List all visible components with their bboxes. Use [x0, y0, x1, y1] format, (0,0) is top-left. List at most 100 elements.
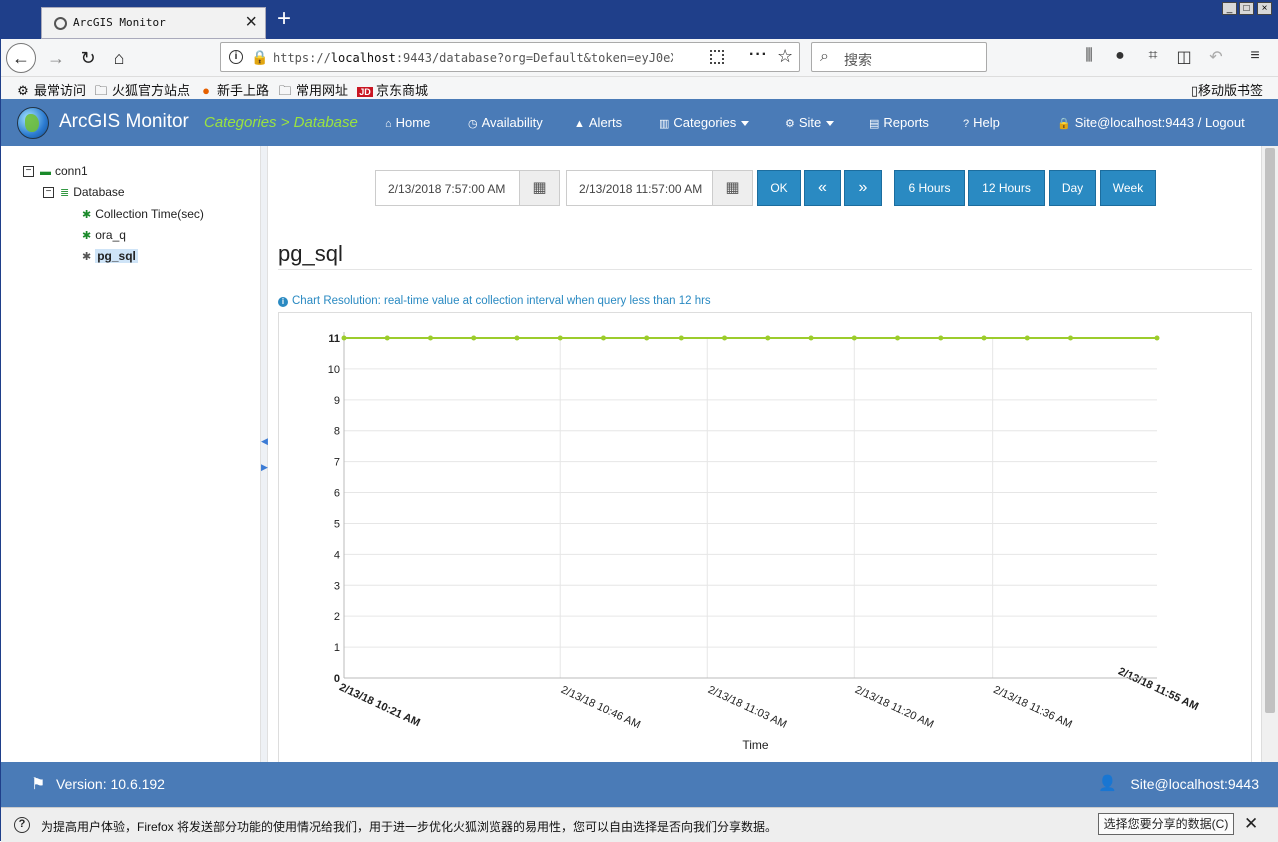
close-tab-icon[interactable]: × — [245, 11, 257, 34]
home-button[interactable]: ⌂ — [104, 43, 134, 73]
mobile-bookmarks[interactable]: ▯移动版书签 — [1191, 80, 1263, 99]
x-tick-label: 2/13/18 11:03 AM — [706, 684, 788, 731]
data-point — [514, 335, 520, 341]
nav-alerts[interactable]: ▲ Alerts — [574, 115, 622, 130]
bookmark-jd[interactable]: JD 京东商城 — [357, 80, 428, 99]
search-placeholder: 搜索 — [844, 52, 872, 68]
calendar-icon[interactable]: ▦ — [519, 171, 559, 205]
forward-button[interactable]: → — [41, 43, 71, 73]
bookmark-star-icon[interactable]: ☆ — [777, 46, 793, 67]
bookmark-most-visited[interactable]: ⚙ 最常访问 — [15, 80, 86, 99]
start-date-picker[interactable]: 2/13/2018 7:57:00 AM ▦ — [375, 170, 560, 206]
browser-window: ArcGIS Monitor × + _ □ × ← → ↻ ⌂ i 🔒 htt… — [0, 0, 1278, 842]
browser-tab[interactable]: ArcGIS Monitor × — [41, 7, 266, 39]
ok-button[interactable]: OK — [757, 170, 801, 206]
bookmark-getting-started[interactable]: ● 新手上路 — [198, 80, 269, 99]
help-icon: ? — [963, 118, 970, 130]
data-point — [644, 335, 650, 341]
x-tick-label: 2/13/18 11:36 AM — [991, 684, 1073, 731]
chat-icon[interactable]: ● — [1108, 47, 1132, 65]
collapse-left-icon[interactable]: ◀ — [261, 436, 268, 447]
data-point — [1068, 335, 1074, 341]
url-text[interactable]: https://localhost:9443/database?org=Defa… — [273, 51, 673, 65]
nav-reports[interactable]: ▤ Reports — [869, 115, 929, 130]
panel-splitter[interactable]: ◀ ▶ — [260, 146, 268, 762]
data-point — [600, 335, 606, 341]
user-logout-link[interactable]: 🔒 Site@localhost:9443 / Logout — [1057, 115, 1245, 130]
tree-node-ora-q[interactable]: ✱ ora_q — [82, 228, 126, 242]
calendar-icon[interactable]: ▦ — [712, 171, 752, 205]
collapse-icon[interactable]: − — [23, 166, 34, 178]
info-icon[interactable]: i — [229, 50, 243, 64]
app-name[interactable]: ArcGIS Monitor — [59, 111, 189, 133]
tree-node-database[interactable]: − ≣ Database — [43, 185, 125, 199]
undo-icon[interactable]: ↶ — [1204, 47, 1228, 67]
range-6-hours-button[interactable]: 6 Hours — [894, 170, 965, 206]
data-point — [471, 335, 477, 341]
scrollbar-thumb[interactable] — [1265, 148, 1275, 713]
tree-node-pg-sql[interactable]: ✱ pg_sql — [82, 249, 138, 263]
app-header: ArcGIS Monitor Categories > Database ⌂ Ho… — [1, 99, 1278, 146]
reload-button[interactable]: ↻ — [73, 43, 103, 73]
tree-node-conn1[interactable]: − ▬ conn1 — [23, 164, 88, 178]
x-tick-label: 2/13/18 11:20 AM — [853, 684, 935, 731]
data-point — [1154, 335, 1160, 341]
y-tick-label: 5 — [334, 518, 340, 530]
nav-home[interactable]: ⌂ Home — [385, 115, 430, 130]
data-point — [557, 335, 563, 341]
x-axis-title: Time — [742, 738, 769, 752]
vertical-scrollbar[interactable] — [1261, 146, 1278, 762]
info-icon: i — [278, 297, 288, 307]
nav-categories[interactable]: ▥ Categories — [659, 115, 750, 130]
globe-logo-icon — [17, 107, 49, 139]
previous-button[interactable]: « — [804, 170, 841, 206]
new-tab-button[interactable]: + — [272, 5, 296, 33]
tab-title: ArcGIS Monitor — [73, 16, 166, 29]
tree-node-collection-time[interactable]: ✱ Collection Time(sec) — [82, 207, 204, 221]
address-bar[interactable]: i 🔒 https://localhost:9443/database?org=… — [220, 42, 800, 72]
question-icon: ? — [14, 817, 30, 833]
screenshot-crop-icon[interactable]: ⌗ — [1141, 47, 1165, 65]
library-icon[interactable]: ⫼ — [1077, 47, 1101, 65]
start-date-value[interactable]: 2/13/2018 7:57:00 AM — [388, 182, 505, 196]
bar-chart-icon: ▥ — [659, 118, 670, 130]
choose-data-button[interactable]: 选择您要分享的数据(C) — [1098, 813, 1234, 835]
x-tick-label: 2/13/18 10:46 AM — [559, 684, 642, 731]
y-tick-label: 10 — [328, 364, 340, 376]
lock-icon: 🔒 — [1057, 118, 1071, 130]
y-tick-label: 1 — [334, 642, 340, 654]
close-window-button[interactable]: × — [1257, 2, 1272, 15]
y-tick-label: 7 — [334, 457, 340, 469]
globe-favicon-icon — [54, 17, 67, 30]
maximize-window-button[interactable]: □ — [1239, 2, 1254, 15]
range-day-button[interactable]: Day — [1049, 170, 1096, 206]
sidebar-icon[interactable]: ◫ — [1172, 47, 1196, 67]
menu-hamburger-icon[interactable]: ≡ — [1243, 47, 1267, 65]
nav-availability[interactable]: ◷ Availability — [468, 115, 543, 130]
search-box[interactable]: ⌕ 搜索 — [811, 42, 987, 72]
range-12-hours-button[interactable]: 12 Hours — [968, 170, 1045, 206]
end-date-picker[interactable]: 2/13/2018 11:57:00 AM ▦ — [566, 170, 753, 206]
report-icon: ▤ — [869, 118, 880, 130]
breadcrumb: Categories > Database — [204, 114, 358, 131]
lock-warning-icon[interactable]: 🔒 — [251, 49, 268, 65]
minimize-window-button[interactable]: _ — [1222, 2, 1237, 15]
gear-icon: ✱ — [82, 230, 92, 242]
gear-icon: ✱ — [82, 251, 92, 263]
qr-code-icon[interactable] — [710, 50, 724, 64]
end-date-value[interactable]: 2/13/2018 11:57:00 AM — [579, 182, 702, 196]
data-point — [722, 335, 728, 341]
page-actions-icon[interactable]: ··· — [749, 46, 768, 64]
gears-icon: ⚙ — [785, 118, 795, 130]
back-button[interactable]: ← — [6, 43, 36, 73]
next-button[interactable]: » — [844, 170, 882, 206]
line-chart: 0 1 2 3 4 5 6 7 8 9 10 11 2/13/18 10:21 AM 2/13/18 10… — [328, 332, 1200, 752]
expand-right-icon[interactable]: ▶ — [261, 462, 268, 473]
nav-help[interactable]: ? Help — [963, 115, 1000, 130]
range-week-button[interactable]: Week — [1100, 170, 1156, 206]
phone-icon: ▯ — [1190, 83, 1198, 98]
app-footer: ⚑ Version: 10.6.192 👤 Site@localhost:944… — [1, 762, 1278, 807]
collapse-icon[interactable]: − — [43, 187, 54, 199]
close-notification-icon[interactable]: ✕ — [1244, 814, 1258, 834]
nav-site[interactable]: ⚙ Site — [785, 115, 835, 130]
